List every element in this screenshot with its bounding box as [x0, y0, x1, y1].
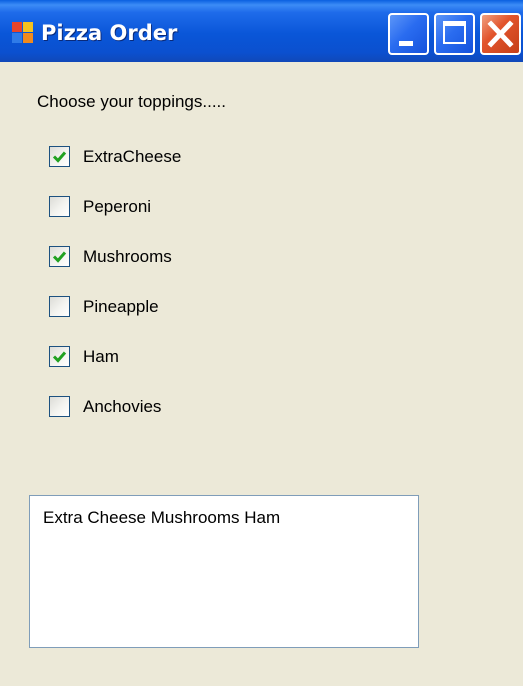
app-icon[interactable] [12, 22, 33, 43]
title-bar[interactable]: Pizza Order [0, 0, 523, 62]
close-icon [487, 20, 514, 48]
minimize-icon [399, 41, 413, 46]
topping-label[interactable]: Ham [83, 347, 119, 367]
toppings-prompt: Choose your toppings..... [37, 92, 227, 111]
topping-pineapple-checkbox[interactable]: Pineapple [49, 296, 249, 320]
maximize-button[interactable] [434, 13, 475, 55]
topping-mushrooms-checkbox[interactable]: Mushrooms [49, 246, 249, 270]
checkbox-box[interactable] [49, 296, 70, 317]
topping-label[interactable]: ExtraCheese [83, 147, 181, 167]
minimize-button[interactable] [388, 13, 429, 55]
topping-peperoni-checkbox[interactable]: Peperoni [49, 196, 249, 220]
checkbox-box[interactable] [49, 396, 70, 417]
topping-label[interactable]: Peperoni [83, 197, 151, 217]
topping-anchovies-checkbox[interactable]: Anchovies [49, 396, 249, 420]
topping-label[interactable]: Anchovies [83, 397, 161, 417]
checkbox-box[interactable] [49, 196, 70, 217]
maximize-icon [443, 21, 466, 44]
checkbox-box[interactable] [49, 246, 70, 267]
pizza-order-window: Pizza Order Choose your toppings..... Ex… [0, 0, 523, 686]
topping-extracheese-checkbox[interactable]: ExtraCheese [49, 146, 249, 170]
selected-toppings-text: Extra Cheese Mushrooms Ham [43, 508, 281, 527]
checkbox-box[interactable] [49, 146, 70, 167]
topping-label[interactable]: Mushrooms [83, 247, 172, 267]
checkmark-icon [52, 151, 67, 163]
window-title: Pizza Order [41, 21, 178, 45]
checkmark-icon [52, 251, 67, 263]
selected-toppings-textbox[interactable]: Extra Cheese Mushrooms Ham [29, 495, 419, 648]
checkbox-box[interactable] [49, 346, 70, 367]
checkmark-icon [52, 351, 67, 363]
topping-label[interactable]: Pineapple [83, 297, 159, 317]
topping-ham-checkbox[interactable]: Ham [49, 346, 249, 370]
close-button[interactable] [480, 13, 521, 55]
